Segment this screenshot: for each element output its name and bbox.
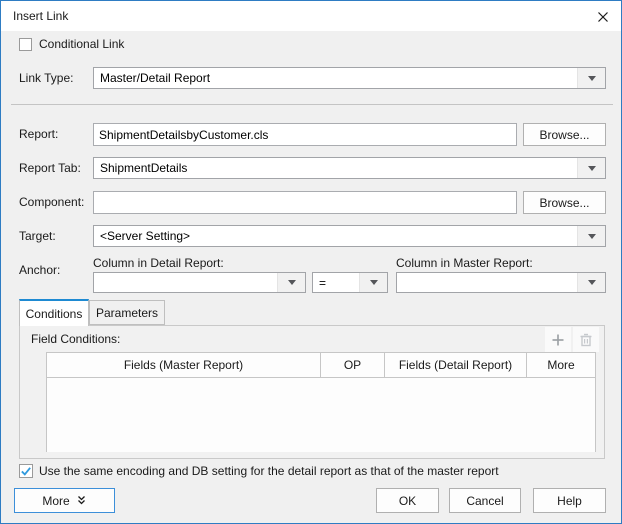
separator (11, 104, 613, 105)
component-label: Component: (19, 195, 84, 210)
anchor-label: Anchor: (19, 263, 60, 278)
column-header-more: More (527, 353, 595, 377)
close-icon[interactable] (594, 8, 612, 26)
help-button[interactable]: Help (533, 488, 606, 513)
same-encoding-label: Use the same encoding and DB setting for… (39, 464, 499, 479)
trash-icon (579, 333, 593, 347)
column-header-fields-master: Fields (Master Report) (47, 353, 321, 377)
title-bar: Insert Link (1, 1, 621, 31)
same-encoding-checkbox[interactable] (19, 464, 33, 478)
insert-link-dialog: Insert Link Conditional Link Link Type: … (0, 0, 622, 524)
plus-icon (551, 333, 565, 347)
chevron-down-icon (577, 226, 605, 246)
link-type-value: Master/Detail Report (94, 68, 577, 88)
field-conditions-label: Field Conditions: (31, 332, 120, 347)
column-detail-value (94, 273, 277, 292)
conditional-link-label: Conditional Link (39, 37, 124, 52)
target-value: <Server Setting> (94, 226, 577, 246)
tab-conditions-label: Conditions (26, 307, 83, 321)
component-input[interactable] (93, 191, 517, 214)
link-type-label: Link Type: (19, 71, 73, 86)
report-tab-value: ShipmentDetails (94, 158, 577, 178)
table-header-row: Fields (Master Report) OP Fields (Detail… (47, 353, 595, 378)
chevron-down-icon (359, 273, 387, 292)
more-button[interactable]: More (14, 488, 115, 513)
add-condition-button[interactable] (545, 327, 571, 352)
report-tab-combobox[interactable]: ShipmentDetails (93, 157, 606, 179)
table-body-empty (47, 378, 595, 452)
double-chevron-down-icon (76, 495, 87, 506)
field-conditions-table: Fields (Master Report) OP Fields (Detail… (46, 352, 596, 452)
ok-button[interactable]: OK (376, 488, 439, 513)
column-master-report-label: Column in Master Report: (396, 256, 533, 271)
chevron-down-icon (277, 273, 305, 292)
component-browse-button[interactable]: Browse... (523, 191, 606, 214)
link-type-combobox[interactable]: Master/Detail Report (93, 67, 606, 89)
column-master-combobox[interactable] (396, 272, 606, 293)
conditional-link-checkbox[interactable] (19, 38, 32, 51)
tab-parameters[interactable]: Parameters (89, 300, 165, 325)
target-label: Target: (19, 229, 56, 244)
tab-parameters-label: Parameters (96, 306, 158, 320)
report-tab-label: Report Tab: (19, 161, 81, 176)
report-input[interactable] (93, 123, 517, 146)
tab-conditions[interactable]: Conditions (19, 299, 89, 326)
chevron-down-icon (577, 68, 605, 88)
anchor-operator-combobox[interactable]: = (312, 272, 388, 293)
column-detail-combobox[interactable] (93, 272, 306, 293)
report-browse-button[interactable]: Browse... (523, 123, 606, 146)
more-button-label: More (42, 494, 69, 508)
chevron-down-icon (577, 273, 605, 292)
report-label: Report: (19, 127, 58, 142)
column-header-fields-detail: Fields (Detail Report) (385, 353, 527, 377)
column-detail-report-label: Column in Detail Report: (93, 256, 224, 271)
cancel-button[interactable]: Cancel (449, 488, 521, 513)
chevron-down-icon (577, 158, 605, 178)
target-combobox[interactable]: <Server Setting> (93, 225, 606, 247)
anchor-operator-value: = (313, 273, 359, 292)
column-master-value (397, 273, 577, 292)
delete-condition-button[interactable] (573, 327, 599, 352)
column-header-op: OP (321, 353, 385, 377)
dialog-title: Insert Link (13, 9, 68, 23)
